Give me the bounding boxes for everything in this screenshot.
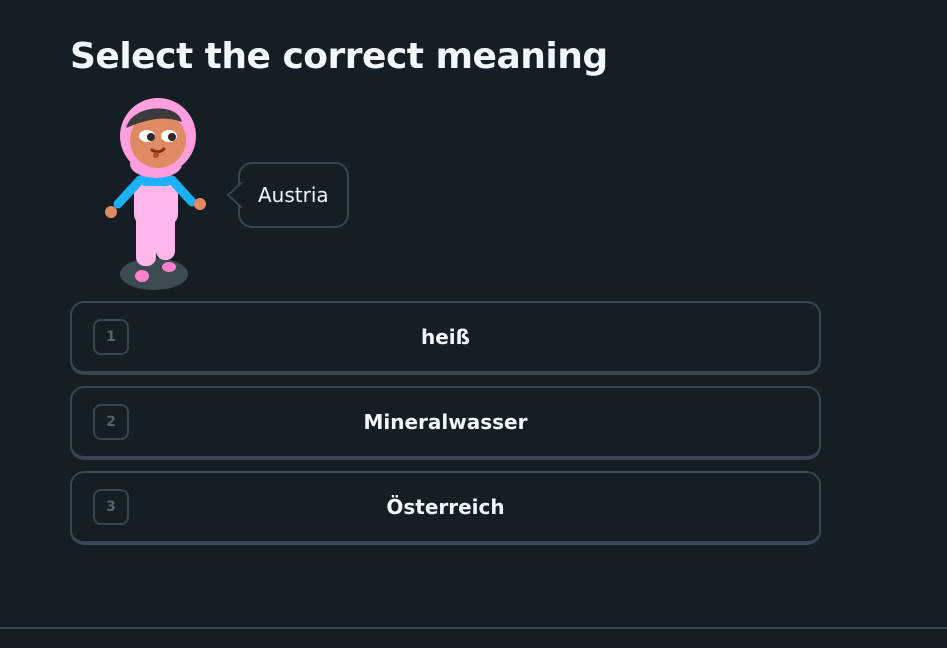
hijab-girl-character-icon [96, 96, 216, 296]
exercise-screen: Select the correct meaning Austria 1 hei… [0, 0, 947, 648]
choice-option-2[interactable]: 2 Mineralwasser [70, 386, 821, 460]
choice-option-3[interactable]: 3 Österreich [70, 471, 821, 545]
speech-bubble: Austria [227, 162, 349, 228]
choice-label-1: heiß [420, 325, 471, 349]
choice-key-1: 1 [93, 319, 129, 355]
choice-key-3: 3 [93, 489, 129, 525]
choice-label-2: Mineralwasser [363, 410, 528, 434]
choice-option-1[interactable]: 1 heiß [70, 301, 821, 375]
choice-list: 1 heiß 2 Mineralwasser 3 Österreich [70, 301, 821, 556]
choice-label-3: Österreich [386, 495, 505, 519]
footer-divider [0, 627, 947, 629]
page-title: Select the correct meaning [70, 36, 608, 77]
choice-key-2: 2 [93, 404, 129, 440]
prompt-word: Austria [258, 183, 329, 207]
